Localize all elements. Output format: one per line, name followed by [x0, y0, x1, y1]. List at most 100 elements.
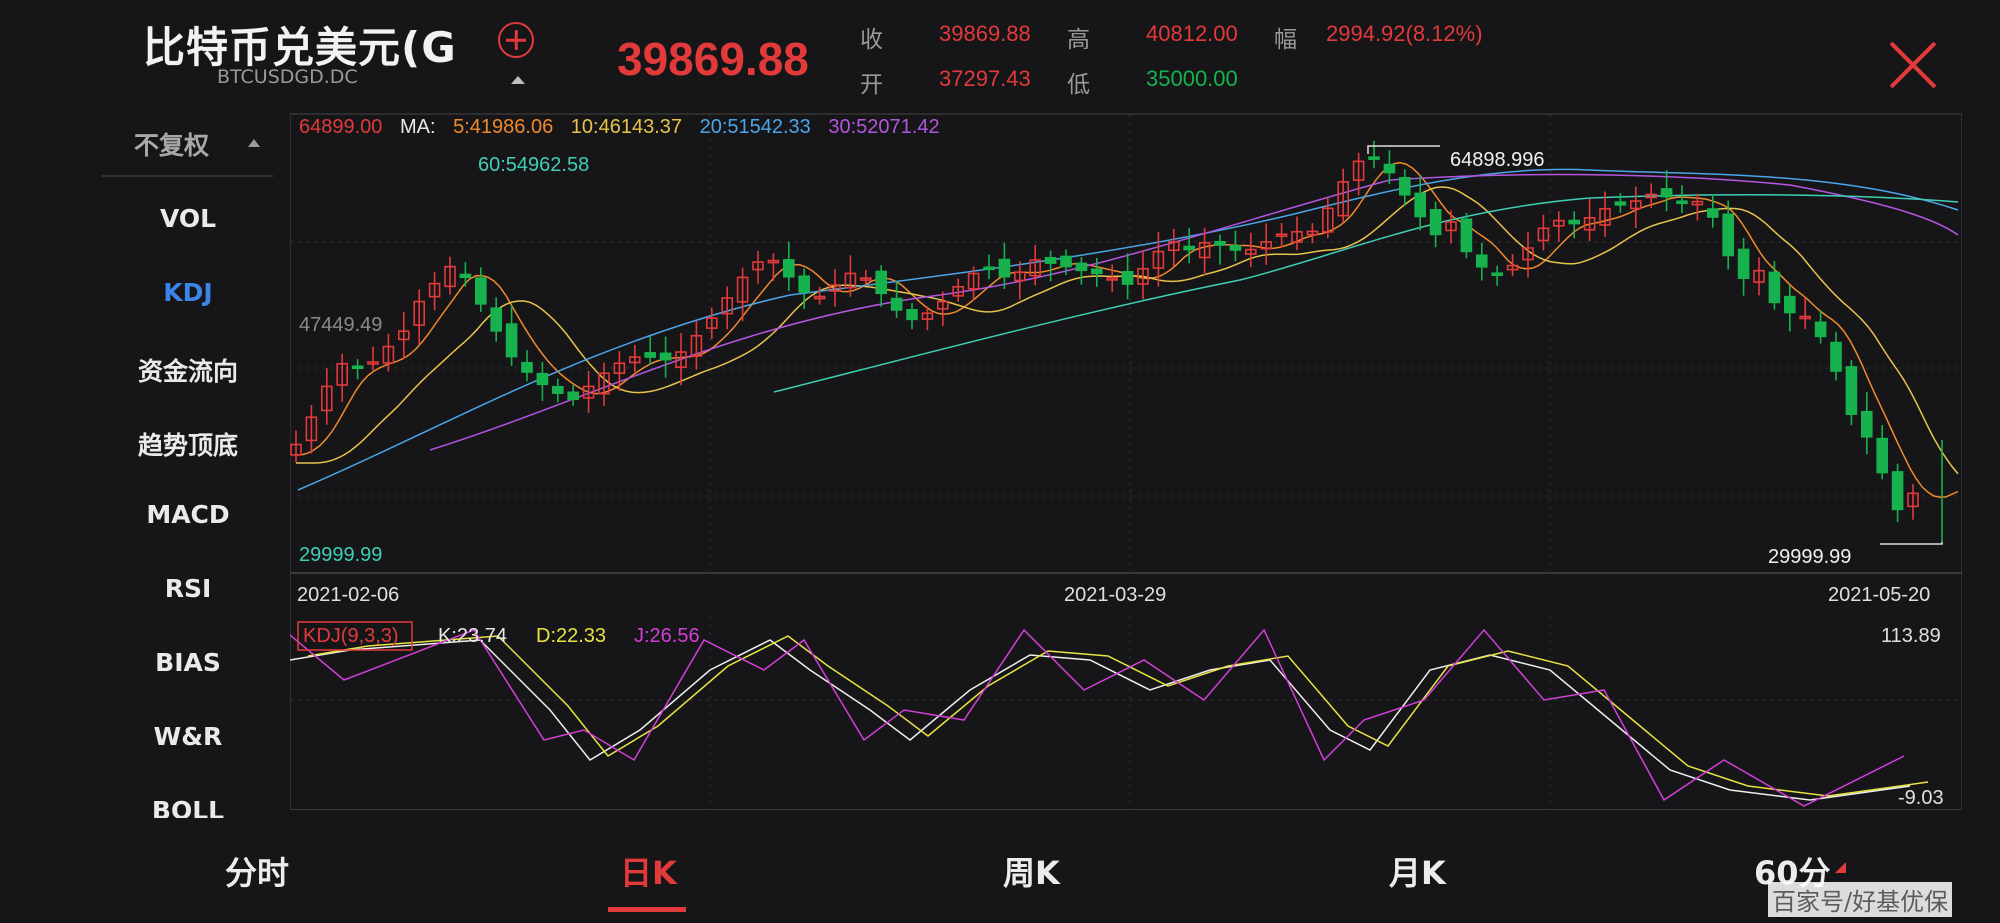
indicator-wr[interactable]: W&R: [100, 722, 276, 751]
candle-body: [1614, 201, 1627, 206]
candle-body: [659, 352, 672, 361]
candle-body: [983, 266, 995, 271]
candle-body: [1229, 245, 1242, 251]
candle-body: [1830, 341, 1842, 372]
low-value: 35000.00: [1146, 66, 1238, 91]
ma30-value: 30:52071.42: [828, 116, 940, 138]
candle-body: [1660, 188, 1673, 198]
last-price: 39869.88: [617, 33, 809, 85]
kdj-y-min: -9.03: [1898, 787, 1944, 809]
candle-body: [1845, 366, 1858, 415]
ma-legend: 64899.00 MA: 5:41986.06 10:46143.37 20:5…: [299, 116, 940, 139]
kdj-y-max: 113.89: [1881, 625, 1941, 647]
candle-body: [875, 270, 888, 295]
candle-body: [906, 309, 918, 321]
candle-body: [351, 365, 364, 370]
ma20-value: 20:51542.33: [699, 116, 811, 138]
candle-body: [1768, 271, 1781, 304]
candle-body: [475, 277, 487, 305]
candle-body: [567, 391, 580, 401]
kdj-j-value: J:26.56: [634, 625, 700, 647]
close-label: 收: [860, 27, 883, 53]
corner-triangle-icon: [1835, 862, 1846, 873]
low-marker-line: [1880, 542, 1943, 545]
candle-body: [782, 259, 795, 278]
high-marker-line: [1367, 145, 1440, 154]
candle-body: [1214, 240, 1226, 246]
chart-area[interactable]: 64899.00 MA: 5:41986.06 10:46143.37 20:5…: [283, 110, 1963, 811]
candle-body: [1060, 255, 1072, 268]
candle-body: [1476, 254, 1488, 268]
candlestick-chart[interactable]: [283, 110, 1963, 811]
tab-daily-k[interactable]: 日K: [620, 848, 677, 894]
candle-body: [1460, 218, 1473, 253]
expand-up-icon[interactable]: [511, 76, 525, 84]
candle-body: [1090, 268, 1103, 275]
date-end: 2021-05-20: [1828, 584, 1931, 606]
candles: [290, 140, 1943, 544]
indicator-rsi[interactable]: RSI: [100, 574, 276, 603]
ma60-value: 60:54962.58: [478, 154, 590, 176]
low-label: 低: [1067, 72, 1090, 98]
active-tab-indicator: [608, 907, 686, 912]
candle-body: [459, 273, 472, 279]
tab-monthly-k[interactable]: 月K: [1389, 848, 1446, 894]
indicator-boll[interactable]: BOLL: [100, 796, 276, 818]
high-label: 高: [1067, 27, 1090, 53]
add-watchlist-button[interactable]: [498, 22, 534, 58]
y-axis-mid: 47449.49: [299, 314, 383, 336]
candle-body: [998, 258, 1011, 278]
watermark: 百家号/好基优保: [1768, 882, 1953, 917]
kdj-d-value: D:22.33: [536, 625, 607, 647]
candle-body: [1075, 262, 1088, 272]
candle-body: [551, 385, 564, 394]
indicator-menu: VOL KDJ 资金流向 趋势顶底 MACD RSI BIAS W&R BOLL: [100, 104, 276, 824]
tab-weekly-k[interactable]: 周K: [1003, 848, 1060, 894]
indicator-macd[interactable]: MACD: [100, 500, 276, 529]
candle-body: [1491, 272, 1503, 277]
change-value: 2994.92(8.12%): [1326, 21, 1483, 46]
instrument-symbol: BTCUSDGD.DC: [217, 66, 358, 88]
quote-header: 比特币兑美元(G BTCUSDGD.DC 39869.88 收 39869.88…: [0, 0, 2000, 100]
ma-title: MA:: [399, 116, 436, 138]
ma-current-price: 64899.00: [299, 116, 383, 138]
kdj-lines: [283, 628, 1929, 807]
candle-body: [1399, 177, 1411, 196]
y-axis-min: 29999.99: [299, 544, 383, 566]
close-icon[interactable]: [1886, 38, 1940, 92]
candle-body: [1707, 208, 1719, 218]
candle-body: [1814, 321, 1827, 338]
candle-body: [1414, 192, 1426, 218]
candle-body: [1368, 156, 1380, 160]
close-value: 39869.88: [939, 21, 1031, 46]
low-marker-value: 29999.99: [1768, 546, 1852, 568]
indicator-bias[interactable]: BIAS: [100, 648, 276, 677]
tab-intraday[interactable]: 分时: [225, 848, 289, 894]
candle-body: [490, 307, 502, 332]
indicator-kdj[interactable]: KDJ: [100, 278, 276, 307]
candle-body: [1429, 209, 1442, 236]
candle-body: [1676, 200, 1688, 205]
date-start: 2021-02-06: [297, 584, 400, 606]
indicator-capital-flow[interactable]: 资金流向: [100, 352, 276, 388]
kdj-tag[interactable]: KDJ(9,3,3): [303, 625, 399, 648]
candle-body: [1861, 410, 1873, 438]
candle-body: [1891, 471, 1904, 511]
candle-body: [1044, 256, 1057, 264]
indicator-trend[interactable]: 趋势顶底: [100, 426, 276, 462]
ma10-value: 10:46143.37: [570, 116, 683, 138]
high-value: 40812.00: [1146, 21, 1238, 46]
kdj-k-value: K:23.74: [438, 625, 507, 647]
change-label: 幅: [1274, 27, 1297, 53]
candle-body: [1121, 271, 1134, 285]
indicator-vol[interactable]: VOL: [100, 204, 276, 233]
date-mid: 2021-03-29: [1064, 584, 1167, 606]
candle-body: [890, 297, 903, 311]
candle-body: [1183, 245, 1196, 251]
open-value: 37297.43: [939, 66, 1031, 91]
candle-body: [644, 352, 657, 358]
candle-body: [798, 275, 811, 293]
candle-body: [505, 323, 518, 358]
candle-body: [1722, 213, 1734, 257]
high-marker-value: 64898.996: [1450, 149, 1545, 171]
